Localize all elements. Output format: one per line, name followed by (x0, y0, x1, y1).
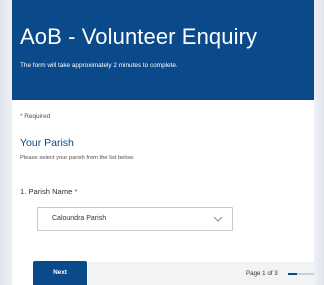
parish-dropdown-value: Caloundra Parish (52, 215, 107, 222)
progress-bar (288, 273, 314, 275)
chevron-down-icon (213, 216, 223, 222)
progress-bar-fill (288, 273, 297, 275)
section-description: Please select your parish from the list … (20, 155, 135, 161)
form-card: AoB - Volunteer Enquiry The form will ta… (12, 0, 314, 285)
form-header: AoB - Volunteer Enquiry The form will ta… (12, 0, 314, 100)
form-title: AoB - Volunteer Enquiry (20, 24, 258, 49)
section-title: Your Parish (20, 137, 74, 149)
form-subtitle: The form will take approximately 2 minut… (20, 62, 178, 69)
page-frame-right (314, 0, 324, 285)
page-indicator: Page 1 of 3 (246, 270, 278, 277)
required-note: * Required (20, 113, 50, 120)
question-label-text: 1. Parish Name (20, 187, 75, 196)
next-button[interactable]: Next (33, 261, 87, 285)
question-required-star: * (74, 187, 78, 196)
footer-bar (88, 262, 314, 285)
question-label: 1. Parish Name * (20, 187, 77, 196)
page-frame-left (0, 0, 12, 285)
parish-dropdown[interactable]: Caloundra Parish (37, 207, 233, 231)
required-note-text: Required (22, 113, 51, 120)
